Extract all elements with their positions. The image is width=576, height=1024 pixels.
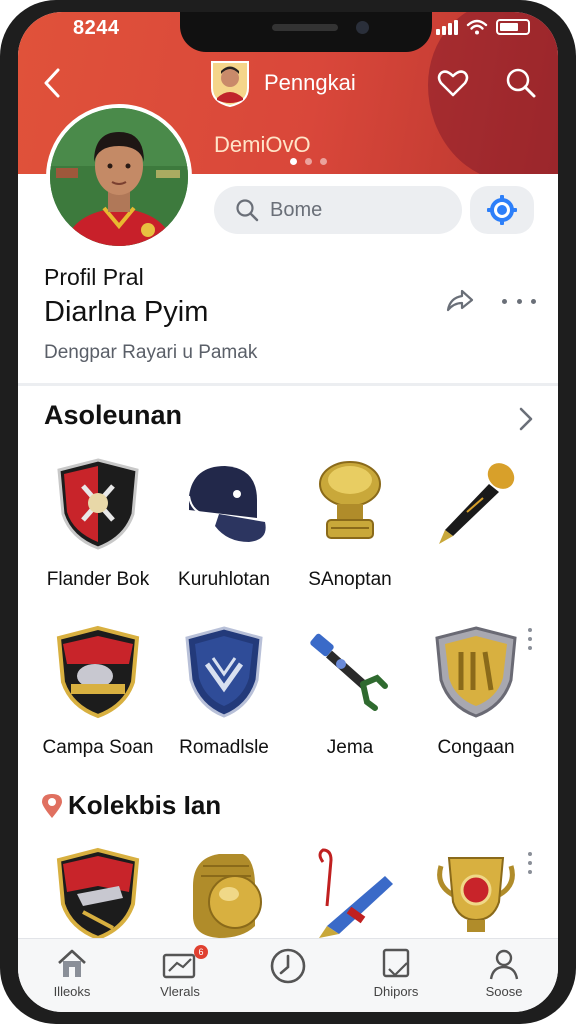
section-title: Kolekbis Ian xyxy=(68,790,222,820)
profile-label: Profil Pral xyxy=(44,264,144,290)
nav-item-home[interactable]: Illeoks xyxy=(18,939,126,1012)
item-label: Kuruhlotan xyxy=(178,569,270,590)
profile-description: Dengpar Rayari u Pamak xyxy=(44,342,258,363)
profile-photo[interactable] xyxy=(46,104,192,250)
status-icons xyxy=(436,19,530,35)
settings-button[interactable] xyxy=(470,186,534,234)
phone-frame: Penngkai DemiOvO 8244 Bome Profil Pral D… xyxy=(0,0,576,1024)
battery-icon xyxy=(496,19,530,35)
crest-shield-icon xyxy=(56,625,140,719)
collection-item[interactable]: SAnoptan xyxy=(288,456,412,591)
nav-item-history[interactable] xyxy=(234,939,342,1012)
user-icon xyxy=(489,949,519,980)
chevron-right-icon xyxy=(519,407,533,431)
profile-name: Diarlna Pyim xyxy=(44,296,209,328)
favorite-button[interactable] xyxy=(436,66,470,100)
collection-item[interactable]: Kuruhlotan xyxy=(162,456,286,591)
item-label: Congaan xyxy=(437,737,515,758)
app-screen: Penngkai DemiOvO 8244 Bome Profil Pral D… xyxy=(18,12,558,1012)
page-dot xyxy=(320,158,327,165)
microphone-icon xyxy=(439,463,515,544)
home-icon xyxy=(58,949,86,977)
player-portrait xyxy=(50,108,188,246)
back-button[interactable] xyxy=(36,64,70,102)
row-more-button[interactable] xyxy=(528,628,534,650)
collection-item[interactable] xyxy=(414,456,538,569)
collection-item[interactable] xyxy=(36,846,160,947)
collection-item[interactable]: Jema xyxy=(288,624,412,759)
blue-shield-icon xyxy=(185,626,263,718)
nav-label: Soose xyxy=(485,984,523,999)
section-title: Asoleunan xyxy=(44,400,183,430)
search-input[interactable]: Bome xyxy=(214,186,462,234)
item-label: Campa Soan xyxy=(42,737,154,758)
gear-icon xyxy=(487,195,517,225)
item-label: Flander Bok xyxy=(46,569,150,590)
collection-item[interactable]: Congaan xyxy=(414,624,538,759)
more-dot xyxy=(531,298,536,304)
wifi-icon xyxy=(466,19,488,35)
header-subtitle: DemiOvO xyxy=(214,132,311,157)
speaker-grille xyxy=(272,24,338,31)
section-divider xyxy=(18,383,558,386)
crest-shield-icon xyxy=(56,847,140,941)
page-indicator xyxy=(290,158,327,165)
trophy-cup-icon xyxy=(319,461,381,539)
nav-item-messages[interactable]: 6 Vlerals xyxy=(126,939,234,1012)
header-avatar[interactable] xyxy=(208,58,252,108)
more-dot xyxy=(502,298,507,304)
section-header: Kolekbis Ian xyxy=(40,790,221,821)
share-button[interactable] xyxy=(442,286,476,316)
collection-item[interactable] xyxy=(414,846,538,947)
collection-item[interactable]: Campa Soan xyxy=(36,624,160,759)
clock-icon xyxy=(270,948,306,984)
front-camera xyxy=(356,21,369,34)
share-arrow-icon xyxy=(446,289,474,312)
page-dot xyxy=(305,158,312,165)
heart-icon xyxy=(437,70,469,97)
signal-icon xyxy=(436,19,458,35)
collection-item[interactable]: Romadlsle xyxy=(162,624,286,759)
row-more-button[interactable] xyxy=(528,852,534,874)
location-pin-icon xyxy=(42,793,62,818)
nav-item-documents[interactable]: Dhipors xyxy=(342,939,450,1012)
document-icon xyxy=(382,948,410,978)
crest-shield-icon xyxy=(57,458,139,550)
nav-label: Illeoks xyxy=(53,984,91,999)
pen-icon xyxy=(318,848,393,938)
gold-shield-icon xyxy=(435,626,517,718)
page-title: Penngkai xyxy=(264,70,356,95)
chevron-left-icon xyxy=(44,68,60,98)
item-label: SAnoptan xyxy=(308,569,392,590)
notification-badge: 6 xyxy=(194,945,208,959)
bottom-navigation: Illeoks 6 Vlerals Dhipors Soose xyxy=(18,938,558,1012)
gold-cup-icon xyxy=(437,857,515,932)
header-search-button[interactable] xyxy=(504,66,538,100)
page-dot xyxy=(290,158,297,165)
collection-item[interactable] xyxy=(288,846,412,947)
more-options-button[interactable] xyxy=(502,286,536,316)
avatar-badge-icon xyxy=(211,61,249,108)
gold-ring-icon xyxy=(193,854,262,938)
cap-icon xyxy=(188,466,266,542)
nav-item-profile[interactable]: Soose xyxy=(450,939,558,1012)
more-dot xyxy=(516,298,522,304)
section-expand-button[interactable] xyxy=(514,404,538,434)
nav-label: Vlerals xyxy=(160,984,200,999)
collection-item[interactable]: Flander Bok xyxy=(36,456,160,591)
search-icon xyxy=(506,68,536,98)
collection-item[interactable] xyxy=(162,846,286,947)
item-label: Romadlsle xyxy=(179,737,269,758)
search-icon xyxy=(236,199,259,222)
status-time: 8244 xyxy=(73,17,120,39)
item-label: Jema xyxy=(326,737,374,758)
search-placeholder: Bome xyxy=(270,198,323,221)
device-notch xyxy=(180,12,432,52)
nav-label: Dhipors xyxy=(373,984,419,999)
tool-icon xyxy=(310,633,388,711)
